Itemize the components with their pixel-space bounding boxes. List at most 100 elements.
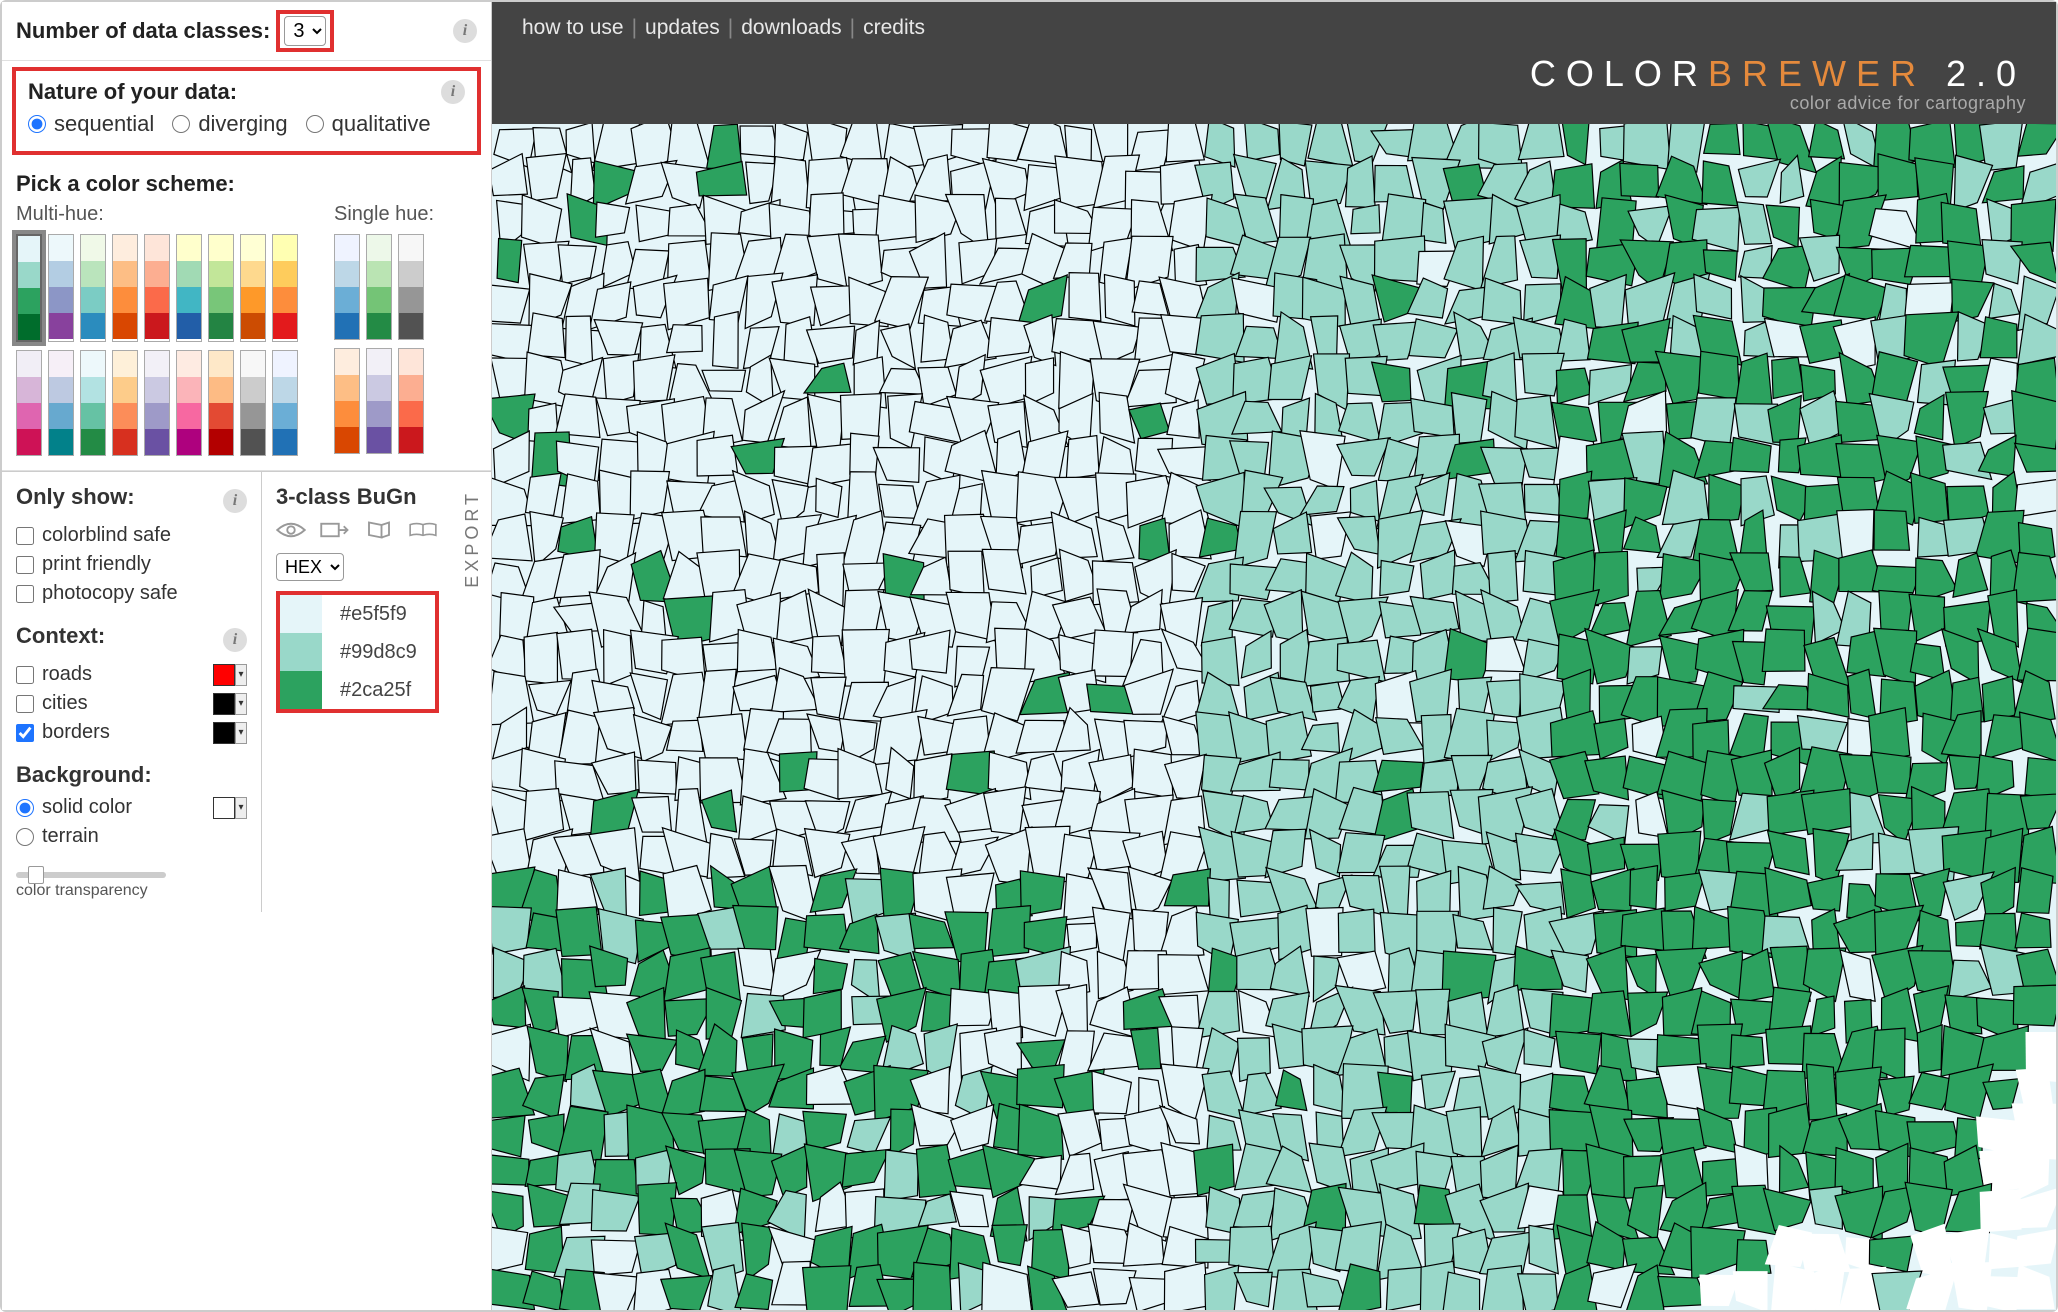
county xyxy=(1588,991,1631,1036)
color-ramp[interactable] xyxy=(16,350,42,456)
link-credits[interactable]: credits xyxy=(863,16,925,40)
eye-icon[interactable] xyxy=(276,518,306,545)
county xyxy=(492,285,530,323)
classes-select-highlight: 3 xyxy=(278,12,332,50)
county xyxy=(632,796,672,832)
color-ramp[interactable] xyxy=(176,350,202,456)
ramp-cell xyxy=(399,235,423,261)
color-ramp[interactable] xyxy=(366,348,392,454)
link-howto[interactable]: how to use xyxy=(522,16,624,40)
color-ramp[interactable] xyxy=(240,234,266,342)
book-icon[interactable] xyxy=(408,518,438,545)
county xyxy=(913,1262,952,1310)
county xyxy=(667,325,703,353)
color-ramp[interactable] xyxy=(16,234,42,342)
color-ramp[interactable] xyxy=(80,234,106,342)
chk-photocopy[interactable]: photocopy safe xyxy=(16,582,247,605)
color-ramp[interactable] xyxy=(208,234,234,342)
link-updates[interactable]: updates xyxy=(645,16,720,40)
color-ramp[interactable] xyxy=(176,234,202,342)
color-ramp[interactable] xyxy=(398,234,424,340)
borders-color-picker[interactable]: ▾ xyxy=(213,722,247,744)
chk-print[interactable]: print friendly xyxy=(16,553,247,576)
ramp-cell xyxy=(145,261,169,287)
ramp-cell xyxy=(335,427,359,453)
radio-qualitative[interactable]: qualitative xyxy=(306,111,431,137)
borders-swatch xyxy=(213,722,235,744)
color-ramp[interactable] xyxy=(144,350,170,456)
ramp-cell xyxy=(399,427,423,453)
ramp-cell xyxy=(399,261,423,287)
color-ramp[interactable] xyxy=(366,234,392,340)
chk-colorblind[interactable]: colorblind safe xyxy=(16,524,247,547)
download-icon[interactable] xyxy=(364,518,394,545)
color-ramp[interactable] xyxy=(48,350,74,456)
color-ramp[interactable] xyxy=(112,234,138,342)
radio-terrain[interactable]: terrain xyxy=(16,825,247,848)
county xyxy=(591,1240,640,1275)
color-ramp[interactable] xyxy=(334,234,360,340)
county xyxy=(1092,1071,1131,1114)
county xyxy=(497,239,522,283)
chk-roads[interactable]: roads xyxy=(16,663,92,686)
info-icon[interactable]: i xyxy=(441,80,465,104)
county xyxy=(1205,124,1235,167)
county xyxy=(1699,351,1740,400)
color-ramp[interactable] xyxy=(272,234,298,342)
radio-solid[interactable]: solid color xyxy=(16,796,132,819)
info-icon[interactable]: i xyxy=(223,628,247,652)
format-select[interactable]: HEX xyxy=(276,553,344,581)
county xyxy=(566,124,595,163)
county xyxy=(529,1114,565,1153)
ramp-cell xyxy=(209,235,233,261)
classes-select[interactable]: 3 xyxy=(284,16,326,46)
choropleth-map[interactable] xyxy=(492,124,2056,1310)
county xyxy=(1386,1267,1424,1310)
link-downloads[interactable]: downloads xyxy=(741,16,841,40)
info-icon[interactable]: i xyxy=(453,19,477,43)
color-list-row[interactable]: #2ca25f xyxy=(280,671,435,709)
county xyxy=(527,1026,568,1081)
radio-sequential[interactable]: sequential xyxy=(28,111,154,137)
ramp-cell xyxy=(399,401,423,427)
ramp-cell xyxy=(177,351,201,377)
color-ramp[interactable] xyxy=(272,350,298,456)
county xyxy=(813,958,847,993)
roads-color-picker[interactable]: ▾ xyxy=(213,664,247,686)
slider-thumb[interactable] xyxy=(28,866,44,884)
county xyxy=(1590,275,1627,328)
county xyxy=(604,630,633,686)
color-ramp[interactable] xyxy=(334,348,360,454)
county xyxy=(1562,124,1590,165)
county xyxy=(713,312,739,369)
county xyxy=(1587,837,1624,874)
bg-color-picker[interactable]: ▾ xyxy=(213,797,247,819)
color-list-row[interactable]: #99d8c9 xyxy=(280,633,435,671)
chk-cities[interactable]: cities xyxy=(16,692,88,715)
county xyxy=(1351,205,1380,234)
color-ramp[interactable] xyxy=(240,350,266,456)
county xyxy=(1946,392,1989,448)
ramp-cell xyxy=(367,313,391,339)
chk-borders[interactable]: borders xyxy=(16,721,110,744)
county xyxy=(594,320,642,356)
color-list-row[interactable]: #e5f5f9 xyxy=(280,595,435,633)
color-ramp[interactable] xyxy=(398,348,424,454)
color-ramp[interactable] xyxy=(80,350,106,456)
county xyxy=(992,1225,1027,1266)
ramp-cell xyxy=(17,429,41,455)
county xyxy=(1807,1064,1838,1120)
info-icon[interactable]: i xyxy=(223,489,247,513)
transparency-slider[interactable] xyxy=(16,872,166,878)
county xyxy=(1628,992,1668,1037)
export-icon[interactable] xyxy=(320,518,350,545)
color-ramp[interactable] xyxy=(112,350,138,456)
radio-diverging[interactable]: diverging xyxy=(172,111,287,137)
ramp-cell xyxy=(145,429,169,455)
county xyxy=(1768,831,1810,875)
county xyxy=(1912,787,1945,834)
cities-color-picker[interactable]: ▾ xyxy=(213,693,247,715)
color-ramp[interactable] xyxy=(144,234,170,342)
color-ramp[interactable] xyxy=(208,350,234,456)
color-ramp[interactable] xyxy=(48,234,74,342)
